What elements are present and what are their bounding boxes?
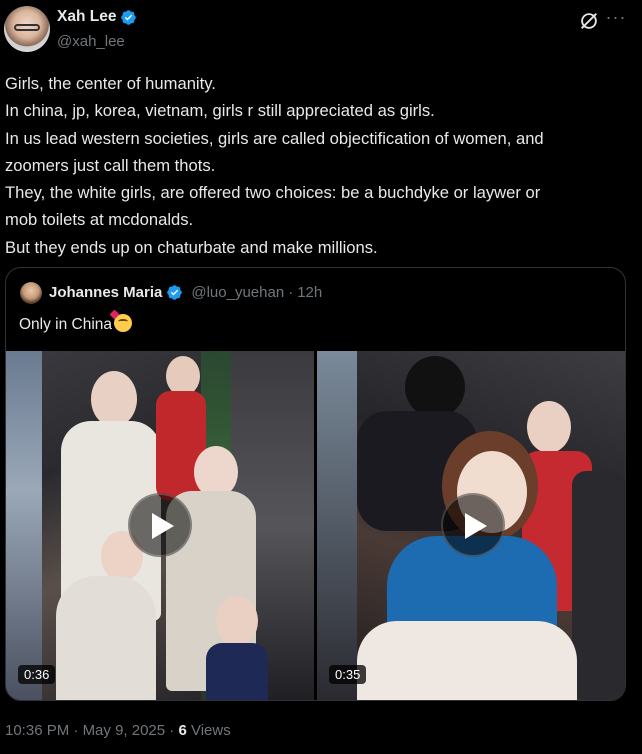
- quoted-author-name[interactable]: Johannes Maria: [49, 284, 162, 301]
- video-duration: 0:35: [329, 665, 367, 684]
- verified-badge-icon: [167, 285, 183, 300]
- fur-collar-shape: [357, 621, 577, 700]
- author-handle[interactable]: @xah_lee: [57, 33, 125, 50]
- author-avatar[interactable]: [4, 6, 50, 52]
- smiling-face-with-hearts-emoji: [114, 314, 133, 332]
- post-line: In us lead western societies, girls are …: [5, 128, 544, 148]
- views-label: Views: [190, 722, 231, 739]
- post-text: Girls, the center of humanity. In china,…: [5, 70, 630, 261]
- video-duration: 0:36: [18, 665, 56, 684]
- person-head-shape: [91, 371, 137, 427]
- quoted-post[interactable]: Johannes Maria @luo_yuehan · 12h Only in…: [5, 267, 626, 701]
- person-head-shape: [166, 356, 200, 396]
- dark-coat-shape: [572, 471, 625, 700]
- play-icon: [152, 513, 174, 539]
- play-button[interactable]: [128, 493, 192, 557]
- post-line: zoomers just call them thots.: [5, 155, 216, 175]
- separator-dot: ·: [288, 284, 294, 301]
- person-head-shape: [405, 356, 465, 418]
- post-line: But they ends up on chaturbate and make …: [5, 237, 378, 257]
- quoted-post-time[interactable]: 12h: [297, 284, 322, 301]
- quoted-post-text: Only in China: [19, 314, 133, 334]
- escalator-rail-shape: [317, 351, 357, 700]
- separator-dot: ·: [73, 722, 79, 739]
- avatar-glasses-shape: [14, 24, 40, 31]
- post-meta: 10:36 PM · May 9, 2025 · 6 Views: [5, 722, 231, 739]
- separator-dot: ·: [169, 722, 175, 739]
- grok-icon[interactable]: [578, 10, 600, 32]
- author-name[interactable]: Xah Lee: [57, 8, 116, 26]
- post-time[interactable]: 10:36 PM: [5, 722, 69, 739]
- post-line: In china, jp, korea, vietnam, girls r st…: [5, 101, 435, 121]
- post-line: Girls, the center of humanity.: [5, 74, 216, 93]
- play-button[interactable]: [441, 493, 505, 557]
- quoted-text-content: Only in China: [19, 316, 113, 333]
- video-thumbnail-2[interactable]: 0:35: [317, 351, 625, 700]
- blue-dress-shape: [206, 643, 268, 700]
- more-options-button[interactable]: ···: [605, 6, 627, 28]
- quoted-author-row: Johannes Maria @luo_yuehan · 12h: [49, 284, 322, 301]
- post-line: They, the white girls, are offered two c…: [5, 183, 541, 203]
- verified-badge-icon: [121, 9, 137, 25]
- play-icon: [465, 513, 487, 539]
- post-container: Xah Lee @xah_lee ··· Girls, the center o…: [0, 0, 642, 754]
- fur-coat-shape: [56, 576, 156, 700]
- author-name-row: Xah Lee: [57, 8, 137, 26]
- person-head-shape: [527, 401, 571, 453]
- person-head-shape: [216, 596, 258, 646]
- views-count: 6: [178, 722, 187, 739]
- quoted-author-handle[interactable]: @luo_yuehan: [191, 284, 284, 301]
- post-line: mob toilets at mcdonalds.: [5, 210, 194, 230]
- video-thumbnail-1[interactable]: 0:36: [6, 351, 314, 700]
- post-date[interactable]: May 9, 2025: [83, 722, 166, 739]
- video-grid: 0:36 0:35: [6, 351, 625, 700]
- escalator-rail-shape: [6, 351, 42, 700]
- quoted-author-avatar[interactable]: [20, 282, 42, 304]
